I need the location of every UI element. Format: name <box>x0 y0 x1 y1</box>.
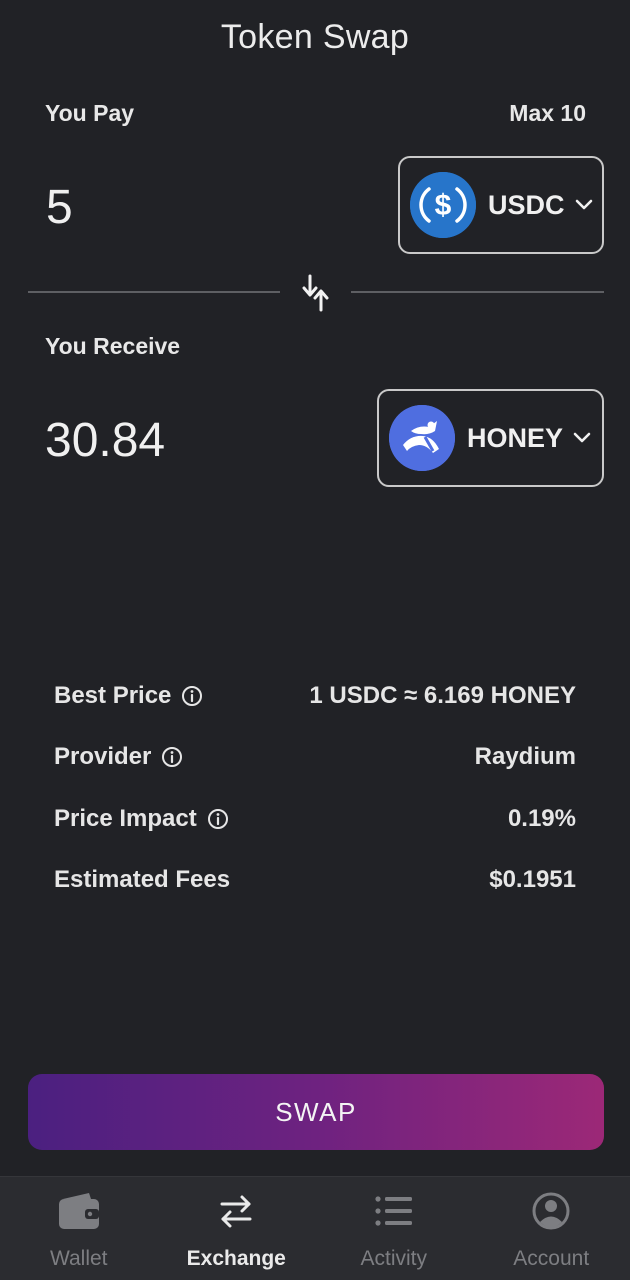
you-pay-label: You Pay <box>45 100 135 126</box>
page-title: Token Swap <box>220 18 410 56</box>
info-icon[interactable] <box>207 808 229 830</box>
provider-value: Raydium <box>474 743 576 770</box>
flip-tokens-button[interactable] <box>296 272 336 316</box>
max-button[interactable]: Max 10 <box>509 100 586 127</box>
svg-text:$: $ <box>435 189 452 222</box>
price-impact-value: 0.19% <box>507 805 576 832</box>
receive-amount: 30.84 <box>45 414 166 467</box>
receive-token-selector[interactable]: HONEY <box>377 389 604 487</box>
you-receive-label: You Receive <box>45 333 181 359</box>
nav-item-exchange[interactable]: Exchange <box>158 1177 316 1280</box>
estimated-fees-value: $0.1951 <box>489 866 576 893</box>
nav-label-exchange: Exchange <box>186 1247 286 1270</box>
swap-button[interactable]: SWAP <box>28 1074 604 1150</box>
estimated-fees-label: Estimated Fees <box>54 866 231 893</box>
nav-item-activity[interactable]: Activity <box>315 1177 473 1280</box>
token-swap-screen: Token Swap You Pay Max 10 5 $ USDC You R… <box>0 0 630 1280</box>
receive-token-symbol: HONEY <box>467 422 564 453</box>
best-price-value: 1 USDC ≈ 6.169 HONEY <box>309 682 576 709</box>
estimated-fees-row: Estimated Fees $0.1951 <box>54 862 576 898</box>
nav-label-wallet: Wallet <box>49 1247 108 1270</box>
pay-token-symbol: USDC <box>488 189 565 220</box>
chevron-down-icon <box>575 199 593 211</box>
nav-label-account: Account <box>513 1247 590 1270</box>
bottom-nav: Wallet Exchange Activity Account <box>0 1176 630 1280</box>
divider-left <box>28 291 280 293</box>
best-price-row: Best Price 1 USDC ≈ 6.169 HONEY <box>54 678 576 714</box>
account-icon <box>531 1189 571 1233</box>
usdc-logo-icon: $ <box>410 172 476 238</box>
pay-amount-input[interactable]: 5 <box>46 180 73 235</box>
list-icon <box>374 1189 414 1233</box>
pay-token-selector[interactable]: $ USDC <box>398 156 604 254</box>
provider-label: Provider <box>54 743 152 770</box>
nav-item-account[interactable]: Account <box>473 1177 630 1280</box>
provider-row: Provider Raydium <box>54 739 576 775</box>
honey-logo-icon <box>389 405 455 471</box>
exchange-icon <box>216 1189 256 1233</box>
info-icon[interactable] <box>161 746 183 768</box>
swap-direction-icon <box>302 274 329 312</box>
nav-item-wallet[interactable]: Wallet <box>0 1177 158 1280</box>
wallet-icon <box>57 1189 101 1233</box>
info-icon[interactable] <box>181 685 203 707</box>
price-impact-row: Price Impact 0.19% <box>54 801 576 837</box>
divider-right <box>351 291 604 293</box>
chevron-down-icon <box>573 432 591 444</box>
nav-label-activity: Activity <box>360 1247 427 1270</box>
price-impact-label: Price Impact <box>54 805 197 832</box>
best-price-label: Best Price <box>54 682 172 709</box>
